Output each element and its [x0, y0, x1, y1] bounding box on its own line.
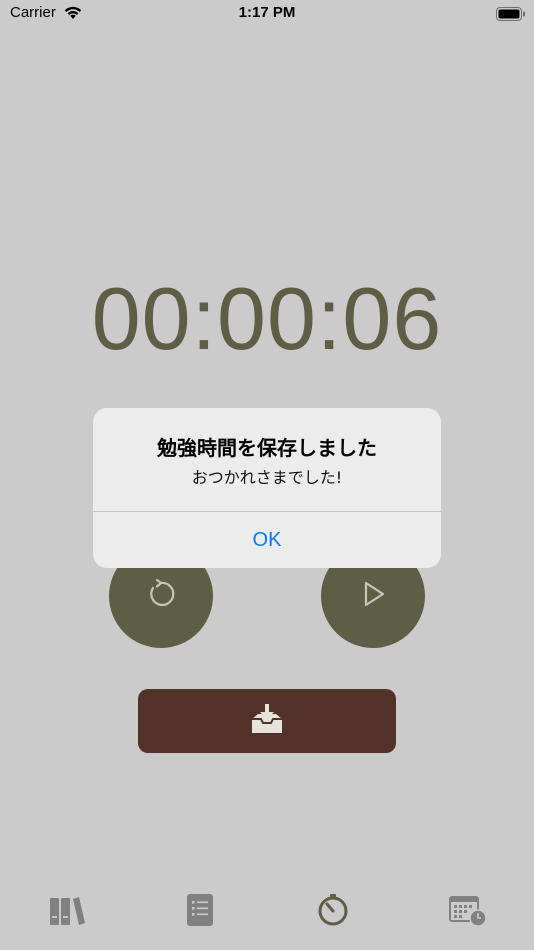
timer-display: 00:00:06 — [91, 269, 443, 368]
tab-list[interactable] — [180, 892, 220, 932]
status-time: 1:17 PM — [238, 4, 296, 21]
tab-books[interactable] — [47, 892, 87, 932]
save-button[interactable] — [138, 689, 396, 753]
ok-button[interactable]: OK — [93, 512, 441, 568]
calendar-clock-icon — [447, 893, 487, 931]
tab-bar — [0, 880, 534, 950]
tab-timer[interactable] — [313, 892, 353, 932]
alert-title: 勉強時間を保存しました — [157, 436, 377, 460]
play-icon — [358, 579, 388, 613]
reset-icon — [144, 577, 178, 615]
books-icon — [48, 894, 86, 930]
status-bar: Carrier 1:17 PM — [0, 0, 534, 30]
alert-dialog: 勉強時間を保存しました おつかれさまでした! OK — [93, 408, 441, 568]
battery-icon — [496, 6, 526, 25]
inbox-download-icon — [249, 702, 285, 740]
list-icon — [186, 893, 214, 931]
alert-message: おつかれさまでした! — [191, 468, 343, 487]
tab-calendar[interactable] — [447, 892, 487, 932]
timer-icon — [316, 893, 350, 931]
